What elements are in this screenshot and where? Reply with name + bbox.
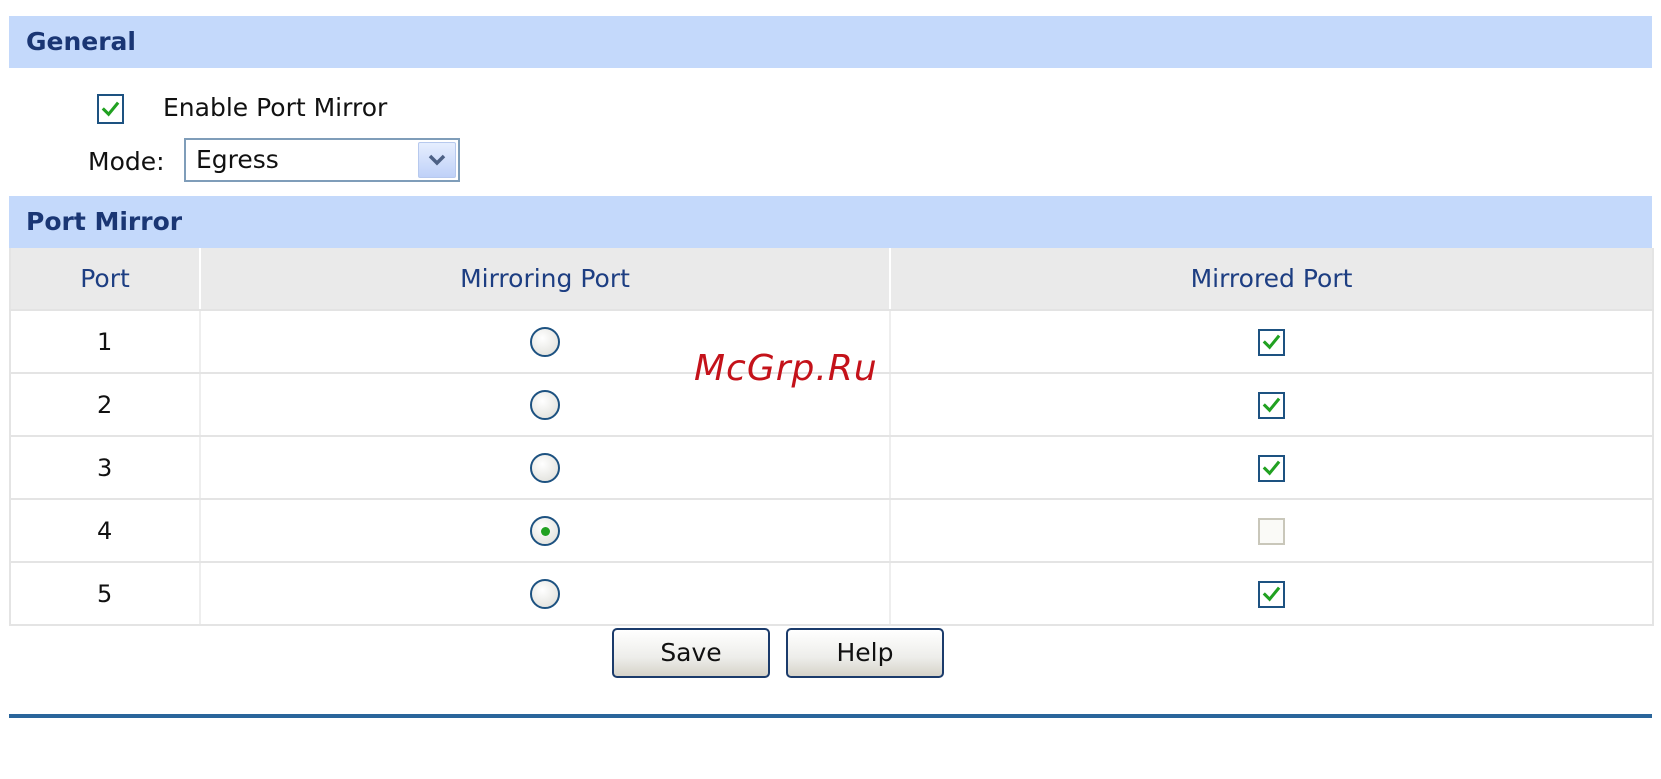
table-row: 5 <box>10 562 1653 626</box>
port-number: 5 <box>10 562 201 626</box>
port-number: 1 <box>10 310 201 374</box>
mirrored-port-checkbox[interactable] <box>1258 517 1285 545</box>
port-number: 3 <box>10 436 201 500</box>
mirroring-port-radio[interactable] <box>530 452 560 483</box>
table-header-row: Port Mirroring Port Mirrored Port <box>10 248 1653 311</box>
check-icon <box>1262 586 1281 602</box>
mirroring-port-radio[interactable] <box>530 578 560 609</box>
port-number: 4 <box>10 499 201 563</box>
mirroring-port-cell <box>200 562 891 626</box>
mirrored-port-cell <box>890 562 1653 626</box>
check-icon <box>1262 397 1281 413</box>
mode-label: Mode: <box>88 147 165 176</box>
mirroring-port-cell <box>200 436 891 500</box>
mirrored-port-cell <box>890 310 1653 374</box>
enable-port-mirror-label: Enable Port Mirror <box>163 93 388 122</box>
mirrored-port-cell <box>890 499 1653 563</box>
mirroring-port-radio[interactable] <box>530 389 560 420</box>
mirrored-port-cell <box>890 373 1653 437</box>
mode-select-value: Egress <box>196 145 279 174</box>
general-section-header: General <box>9 16 1652 68</box>
port-mirror-table: Port Mirroring Port Mirrored Port 12345 <box>9 248 1654 626</box>
port-number: 2 <box>10 373 201 437</box>
footer-divider <box>9 714 1652 718</box>
enable-port-mirror-checkbox[interactable] <box>97 94 124 124</box>
save-button[interactable]: Save <box>612 628 770 678</box>
mirrored-port-checkbox[interactable] <box>1258 328 1285 356</box>
mirrored-port-cell <box>890 436 1653 500</box>
mirrored-port-checkbox[interactable] <box>1258 580 1285 608</box>
mirrored-port-checkbox[interactable] <box>1258 454 1285 482</box>
chevron-down-icon[interactable] <box>418 142 456 178</box>
column-header-mirroring-port: Mirroring Port <box>200 248 891 311</box>
mirroring-port-cell <box>200 499 891 563</box>
column-header-port: Port <box>10 248 201 311</box>
check-icon <box>1262 460 1281 476</box>
check-icon <box>101 101 120 117</box>
mirroring-port-radio[interactable] <box>530 326 560 357</box>
port-mirror-section-header: Port Mirror <box>9 196 1652 248</box>
mirrored-port-checkbox[interactable] <box>1258 391 1285 419</box>
table-row: 4 <box>10 499 1653 563</box>
table-row: 3 <box>10 436 1653 500</box>
help-button[interactable]: Help <box>786 628 944 678</box>
watermark: McGrp.Ru <box>694 348 878 389</box>
column-header-mirrored-port: Mirrored Port <box>890 248 1653 311</box>
mode-select[interactable]: Egress <box>184 138 460 182</box>
mirroring-port-radio[interactable] <box>530 515 560 546</box>
check-icon <box>1262 334 1281 350</box>
